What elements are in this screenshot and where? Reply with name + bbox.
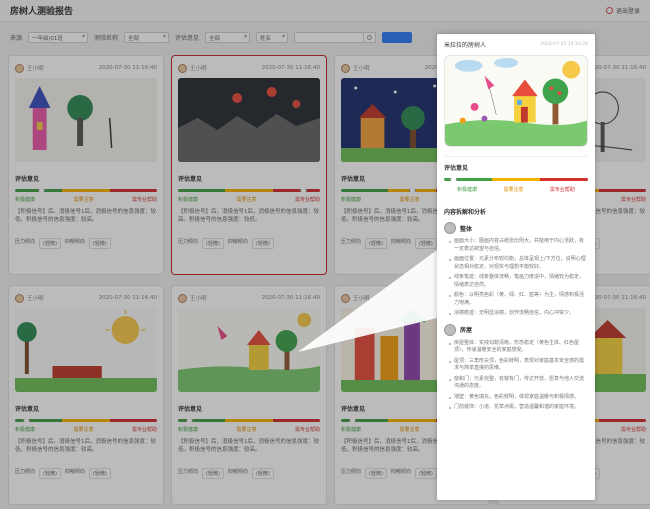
overall-section-header: 整体	[444, 222, 588, 234]
analysis-item: 房屋整体：实线勾勒清晰，形态稳定（黄色主体、红色屋顶），传递温暖安全的家庭感受。	[449, 340, 588, 355]
house-title: 房屋	[460, 327, 473, 334]
drawing-time: 2020-07-25 14:10:28	[540, 42, 588, 47]
drawing-title: 米拉拉的房树人	[444, 42, 487, 49]
analysis-item: 墙壁：黄色填充，色彩鲜明，体现家庭温暖与积极情感。	[449, 394, 588, 402]
eval-scale-knob	[449, 178, 457, 181]
overall-title: 整体	[460, 225, 473, 233]
analysis-item: 屋顶：三角形尖顶，色彩鲜明，表现对家庭基本安全感的需求与简单直接的思维。	[449, 358, 588, 373]
analysis-title: 内容拆解和分析	[444, 209, 487, 216]
label-professional: 需专业帮助	[549, 187, 575, 193]
eval-scale	[444, 178, 588, 181]
analysis-item: 颜色：以明亮色彩（黄、绿、红、蓝等）为主，情感积极活力饱满。	[449, 292, 588, 307]
label-healthy: 积极健康	[457, 187, 478, 193]
house-avatar-icon	[444, 323, 456, 336]
eval-scale-labels: 积极健康 需要注意 需专业帮助	[444, 186, 588, 193]
analysis-item: 涂擦痕迹：无明显涂擦，创作流畅自信，内心冲突少。	[449, 310, 588, 318]
analysis-item: 画面大小：图画内容占纸张比例大，并能用于内心活跃，有一定表达欲望与自信。	[449, 238, 588, 253]
analysis-item: 画面位置：元素分布较均衡，总体呈现上/下方位，说明心理状态相对稳定，对现实与理想…	[449, 256, 588, 271]
drawing-image[interactable]	[444, 55, 588, 147]
house-section-header: 房屋	[444, 323, 588, 336]
analysis-item: 线条笔迹：线条整体流畅，笔画力度适中，情绪较为稳定，情绪表达自然。	[449, 274, 588, 289]
overall-avatar-icon	[444, 222, 456, 234]
eval-title: 评估意见	[444, 165, 469, 172]
divider	[444, 156, 588, 157]
label-attention: 需要注意	[503, 187, 524, 193]
detail-panel: 米拉拉的房树人 2020-07-25 14:10:28 评估意见 积极健康 需要…	[437, 34, 595, 500]
house-list: 房屋整体：实线勾勒清晰，形态稳定（黄色主体、红色屋顶），传递温暖安全的家庭感受。…	[449, 340, 588, 412]
analysis-item: 门前装饰：小道、花草点缀，营造温馨和谐的家庭环境。	[449, 404, 588, 412]
analysis-item: 窗和门：元素完整，有窗有门，传达开放、愿意与他人交流沟通的态度。	[449, 376, 588, 391]
overall-list: 画面大小：图画内容占纸张比例大，并能用于内心活跃，有一定表达欲望与自信。 画面位置…	[449, 238, 588, 318]
